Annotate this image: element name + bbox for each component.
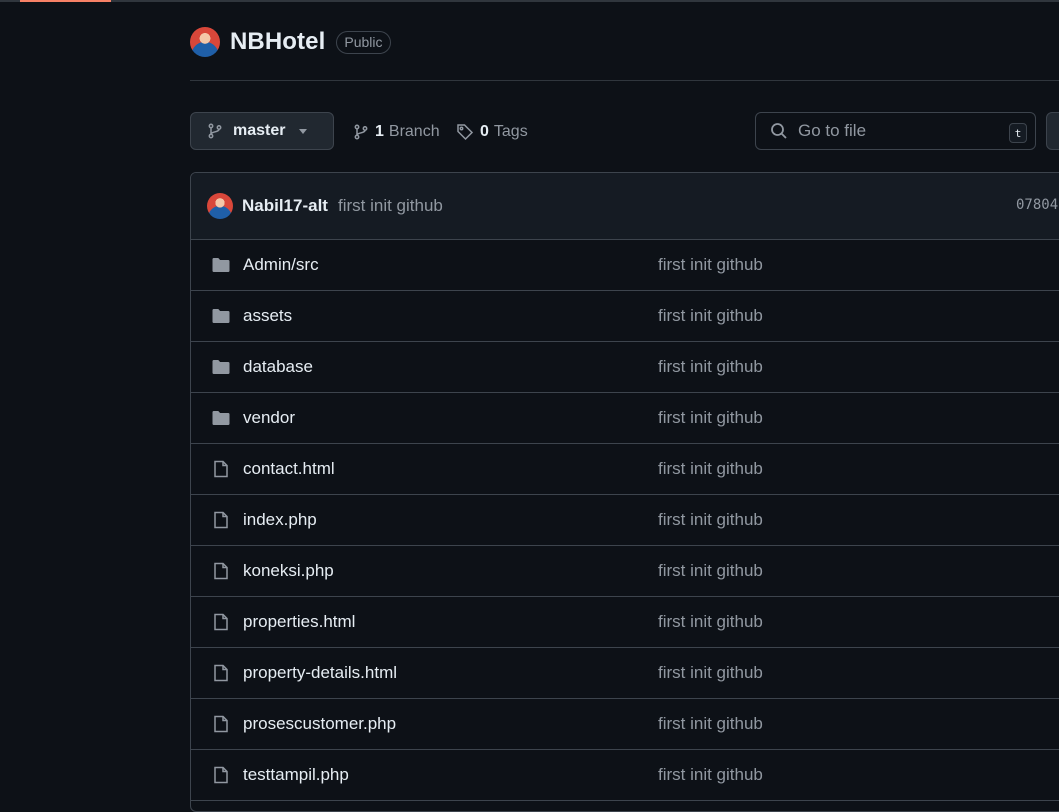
file-icon — [214, 511, 228, 529]
branch-count: 1 — [375, 123, 384, 140]
commit-author-avatar[interactable] — [207, 193, 233, 219]
file-icon — [214, 562, 228, 580]
commit-message[interactable]: first init github — [338, 196, 443, 216]
file-commit-message[interactable]: first init github — [658, 510, 763, 530]
file-commit-message[interactable]: first init github — [658, 306, 763, 326]
branch-selector-button[interactable]: master — [190, 112, 334, 150]
file-name[interactable]: database — [243, 357, 313, 377]
file-browser: Nabil17-alt first init github 07804 Admi… — [190, 172, 1059, 812]
file-commit-message[interactable]: first init github — [658, 765, 763, 785]
folder-icon — [212, 411, 230, 425]
file-name[interactable]: prosescustomer.php — [243, 714, 396, 734]
file-commit-message[interactable]: first init github — [658, 255, 763, 275]
tag-label: Tags — [493, 123, 528, 140]
file-icon — [214, 766, 228, 784]
file-row[interactable]: database first init github — [191, 342, 1059, 393]
file-row[interactable]: index.php first init github — [191, 495, 1059, 546]
file-icon — [214, 664, 228, 682]
git-branch-icon — [354, 124, 368, 140]
file-commit-message[interactable]: first init github — [658, 663, 763, 683]
commit-hash[interactable]: 07804 — [1016, 197, 1058, 213]
repo-header: NBHotel Public — [190, 26, 391, 58]
file-row[interactable]: property-details.html first init github — [191, 648, 1059, 699]
file-row[interactable]: Admin/src first init github — [191, 240, 1059, 291]
file-row[interactable]: properties.html first init github — [191, 597, 1059, 648]
file-row[interactable]: vendor first init github — [191, 393, 1059, 444]
file-commit-message[interactable]: first init github — [658, 714, 763, 734]
file-list: Admin/src first init github assets first in… — [191, 240, 1059, 801]
tags-link[interactable]: 0 Tags — [456, 120, 528, 144]
active-tab-indicator — [20, 0, 111, 2]
file-name[interactable]: assets — [243, 306, 292, 326]
file-name[interactable]: testtampil.php — [243, 765, 349, 785]
file-commit-message[interactable]: first init github — [658, 357, 763, 377]
top-border — [0, 0, 1059, 2]
header-divider — [190, 80, 1059, 81]
file-row[interactable]: testtampil.php first init github — [191, 750, 1059, 801]
folder-icon — [212, 309, 230, 323]
file-commit-message[interactable]: first init github — [658, 612, 763, 632]
file-name[interactable]: property-details.html — [243, 663, 397, 683]
search-icon — [771, 123, 787, 139]
file-name[interactable]: vendor — [243, 408, 295, 428]
file-commit-message[interactable]: first init github — [658, 561, 763, 581]
git-branch-icon — [208, 123, 222, 139]
branches-link[interactable]: 1 Branch — [353, 120, 440, 144]
chevron-down-icon — [299, 128, 308, 134]
folder-icon — [212, 258, 230, 272]
repo-name[interactable]: NBHotel — [230, 28, 325, 56]
tag-count: 0 — [480, 123, 489, 140]
file-name[interactable]: contact.html — [243, 459, 335, 479]
file-icon — [214, 715, 228, 733]
file-commit-message[interactable]: first init github — [658, 408, 763, 428]
branch-name: master — [233, 122, 286, 139]
file-name[interactable]: index.php — [243, 510, 317, 530]
commit-author[interactable]: Nabil17-alt — [242, 196, 328, 216]
latest-commit-bar: Nabil17-alt first init github 07804 — [191, 173, 1059, 240]
file-icon — [214, 613, 228, 631]
file-row[interactable]: contact.html first init github — [191, 444, 1059, 495]
file-name[interactable]: properties.html — [243, 612, 355, 632]
visibility-badge: Public — [336, 30, 391, 54]
branch-label: Branch — [388, 123, 440, 140]
file-name[interactable]: koneksi.php — [243, 561, 334, 581]
tag-icon — [457, 124, 474, 141]
file-commit-message[interactable]: first init github — [658, 459, 763, 479]
owner-avatar[interactable] — [190, 27, 220, 57]
file-icon — [214, 460, 228, 478]
file-row[interactable]: koneksi.php first init github — [191, 546, 1059, 597]
file-row[interactable]: prosescustomer.php first init github — [191, 699, 1059, 750]
go-to-file-search[interactable]: t — [755, 112, 1036, 150]
folder-icon — [212, 360, 230, 374]
code-button[interactable] — [1046, 112, 1059, 150]
keyboard-shortcut-hint: t — [1009, 123, 1027, 143]
go-to-file-input[interactable] — [798, 121, 988, 141]
file-name[interactable]: Admin/src — [243, 255, 319, 275]
file-row[interactable]: assets first init github — [191, 291, 1059, 342]
